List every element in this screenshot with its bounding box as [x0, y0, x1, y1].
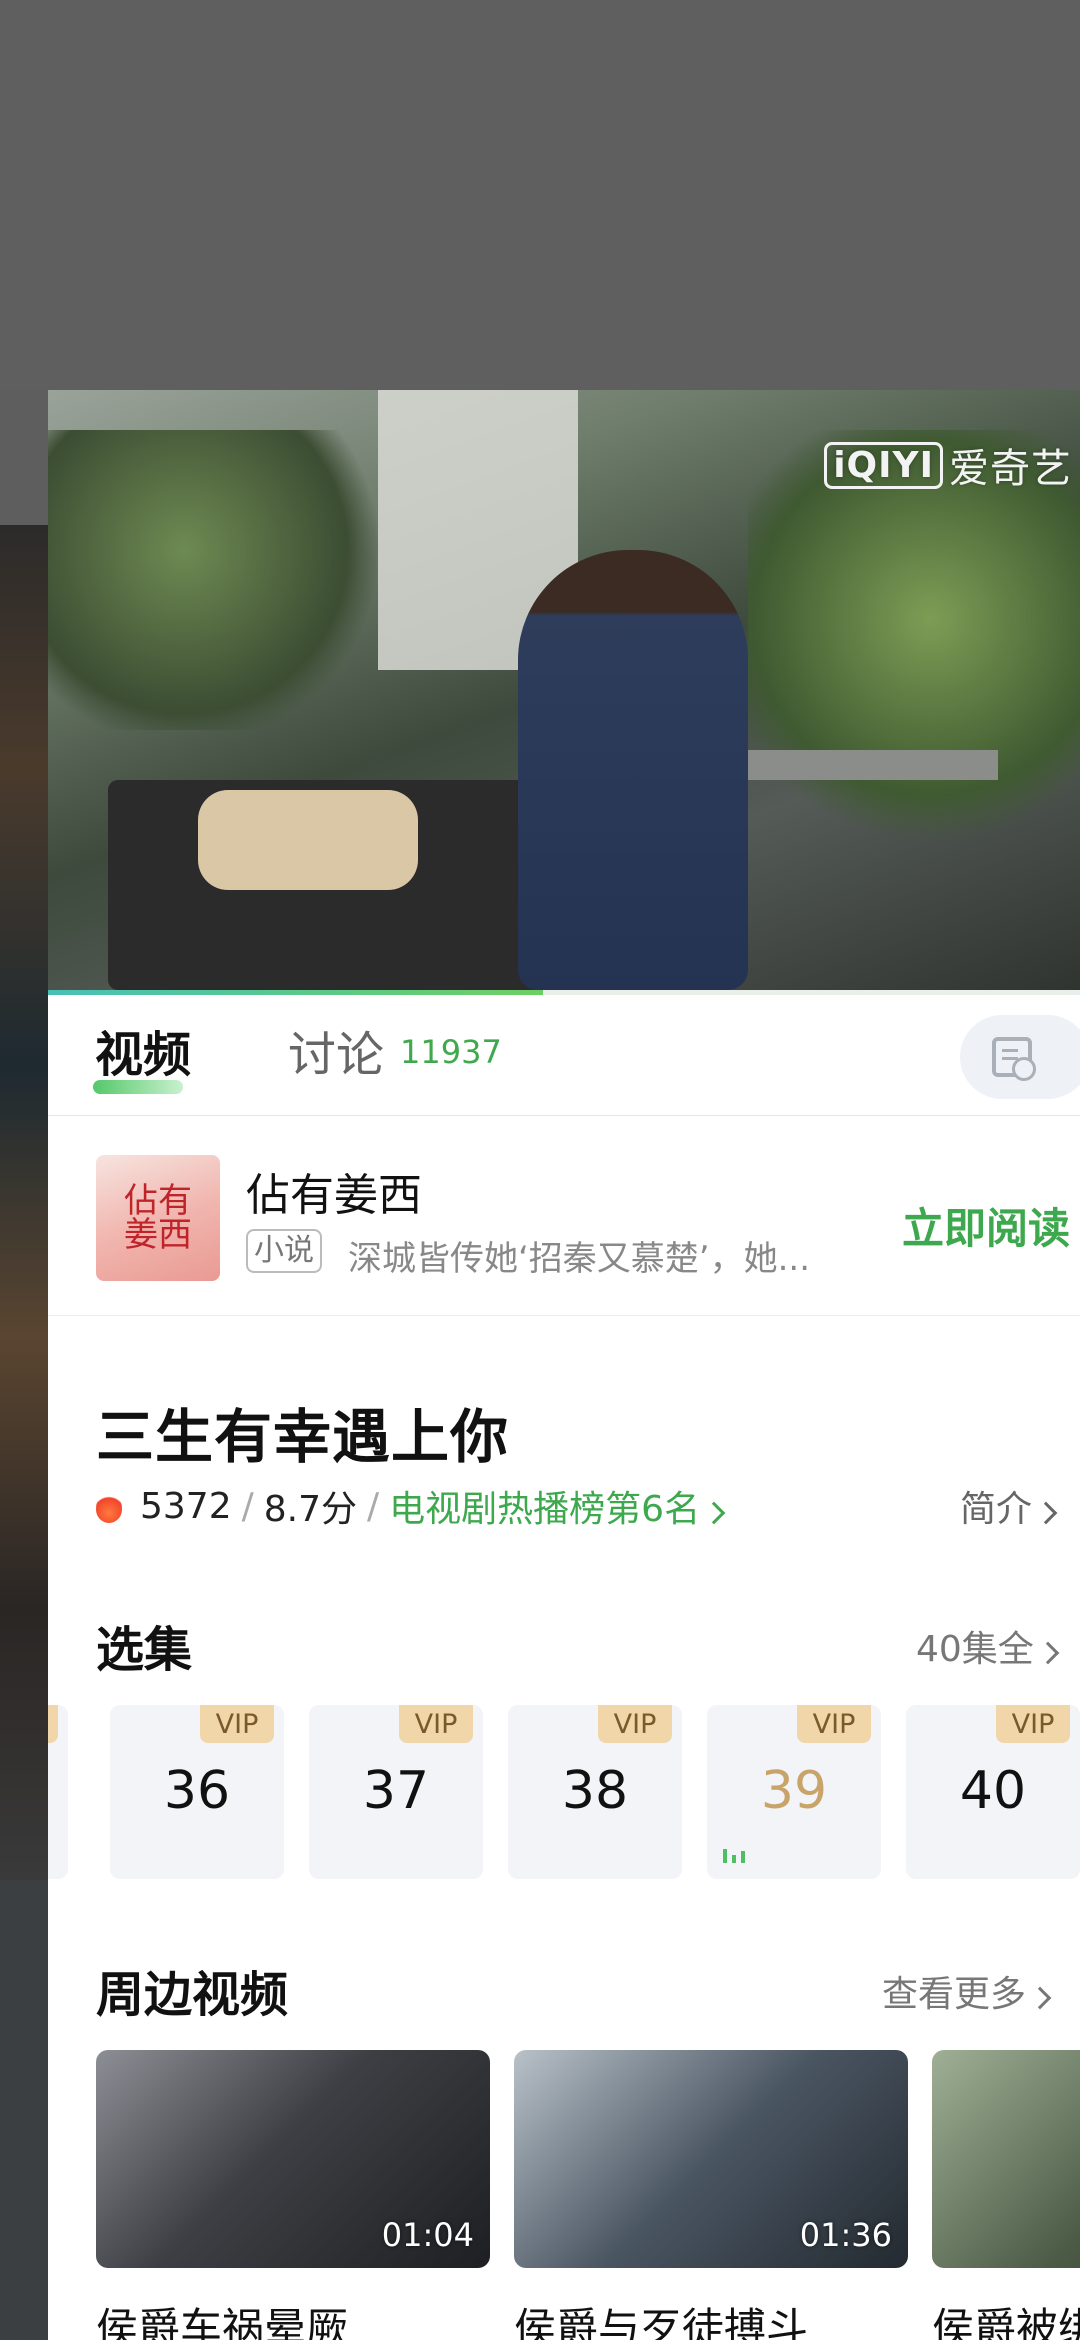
background-app-strip [0, 525, 50, 1880]
episode-item-36[interactable]: VIP 36 [110, 1705, 284, 1879]
vip-badge: VIP [598, 1705, 672, 1743]
player-scene-cushion [198, 790, 418, 890]
chevron-right-icon [1034, 1501, 1058, 1525]
intro-link[interactable]: 简介 [960, 1480, 1058, 1532]
novel-cover-text-1: 佔有 [124, 1181, 192, 1221]
episodes-all-link[interactable]: 40集全 [916, 1620, 1060, 1672]
related-video-thumbnail[interactable]: 01:36 [514, 2050, 908, 2268]
related-more-label: 查看更多 [882, 1974, 1027, 2015]
episode-number: 40 [959, 1761, 1027, 1821]
related-video-title[interactable]: 侯爵与歹徒搏斗 [514, 2295, 808, 2340]
episodes-section-title: 选集 [96, 1622, 193, 1678]
rank-link[interactable]: 电视剧热播榜第6名 [389, 1480, 726, 1532]
player-scene-plants [48, 430, 388, 730]
novel-title: 佔有姜西 [246, 1170, 422, 1221]
iqiyi-logo-box: iQIYI [824, 441, 943, 489]
episode-number: 38 [561, 1761, 629, 1821]
iqiyi-logo: iQIYI 爱奇艺 [824, 436, 1072, 494]
vip-badge: VIP [797, 1705, 871, 1743]
vip-badge: VIP [399, 1705, 473, 1743]
related-video-title[interactable]: 侯爵车祸晕厥 [96, 2295, 348, 2340]
tab-bar: 视频 讨论 11937 [48, 995, 1080, 1116]
score-value: 8.7分 [263, 1489, 358, 1530]
episode-number: 37 [362, 1761, 430, 1821]
rank-label: 电视剧热播榜第6名 [389, 1489, 701, 1530]
episode-number: 39 [760, 1761, 828, 1821]
intro-label: 简介 [960, 1489, 1033, 1530]
note-edit-icon [992, 1037, 1036, 1081]
discuss-count[interactable]: 11937 [400, 1033, 502, 1071]
episode-item-37[interactable]: VIP 37 [309, 1705, 483, 1879]
episode-item-partial[interactable]: P [48, 1705, 68, 1879]
meta-separator: / [367, 1485, 380, 1527]
playing-indicator-icon [723, 1849, 745, 1863]
video-duration: 01:04 [381, 2216, 474, 2254]
episode-item-38[interactable]: VIP 38 [508, 1705, 682, 1879]
read-now-button[interactable]: 立即阅读 [902, 1195, 1070, 1256]
episode-number: 36 [163, 1761, 231, 1821]
tab-discuss[interactable]: 讨论 [288, 1015, 384, 1085]
meta-separator: / [241, 1485, 254, 1527]
novel-description: 深城皆传她‘招秦又慕楚’，她... [348, 1239, 811, 1279]
heat-value: 5372 [140, 1485, 232, 1527]
novel-tag: 小说 [246, 1229, 322, 1273]
vip-badge: VIP [996, 1705, 1070, 1743]
vip-badge: P [48, 1705, 58, 1743]
episode-item-39[interactable]: VIP 39 [707, 1705, 881, 1879]
related-more-link[interactable]: 查看更多 [882, 1965, 1052, 2017]
detail-sheet: iQIYI 爱奇艺 视频 讨论 11937 佔有 姜西 佔有姜西 小说 深城皆传… [48, 390, 1080, 2340]
novel-cover: 佔有 姜西 [96, 1155, 220, 1281]
tab-video[interactable]: 视频 [95, 1015, 191, 1085]
related-video-title[interactable]: 侯爵被绑 [932, 2295, 1080, 2340]
novel-promo[interactable]: 佔有 姜西 佔有姜西 小说 深城皆传她‘招秦又慕楚’，她... 立即阅读 [48, 1115, 1080, 1316]
note-button[interactable] [960, 1015, 1080, 1099]
background-overlay [0, 0, 1080, 390]
tab-active-indicator [93, 1080, 183, 1094]
video-player[interactable]: iQIYI 爱奇艺 [48, 390, 1080, 990]
chevron-right-icon [1028, 1986, 1052, 2010]
related-section-title: 周边视频 [96, 1967, 289, 2023]
related-video-thumbnail[interactable] [932, 2050, 1080, 2268]
show-title: 三生有幸遇上你 [96, 1403, 510, 1471]
chevron-right-icon [1036, 1641, 1060, 1665]
video-duration: 01:36 [799, 2216, 892, 2254]
background-app-strip-bottom [0, 1880, 50, 2340]
related-video-thumbnail[interactable]: 01:04 [96, 2050, 490, 2268]
player-scene-person [518, 550, 748, 990]
vip-badge: VIP [200, 1705, 274, 1743]
chevron-right-icon [702, 1501, 726, 1525]
iqiyi-logo-text: 爱奇艺 [949, 446, 1072, 492]
episodes-total-label: 40集全 [916, 1629, 1034, 1670]
novel-cover-text-2: 姜西 [124, 1215, 192, 1255]
fire-icon [96, 1489, 122, 1523]
episode-list: P VIP 36 VIP 37 VIP 38 VIP 39 VIP 40 [48, 1705, 1080, 1880]
show-meta: 5372 / 8.7分 / 电视剧热播榜第6名 [96, 1480, 726, 1532]
episode-item-40[interactable]: VIP 40 [906, 1705, 1080, 1879]
